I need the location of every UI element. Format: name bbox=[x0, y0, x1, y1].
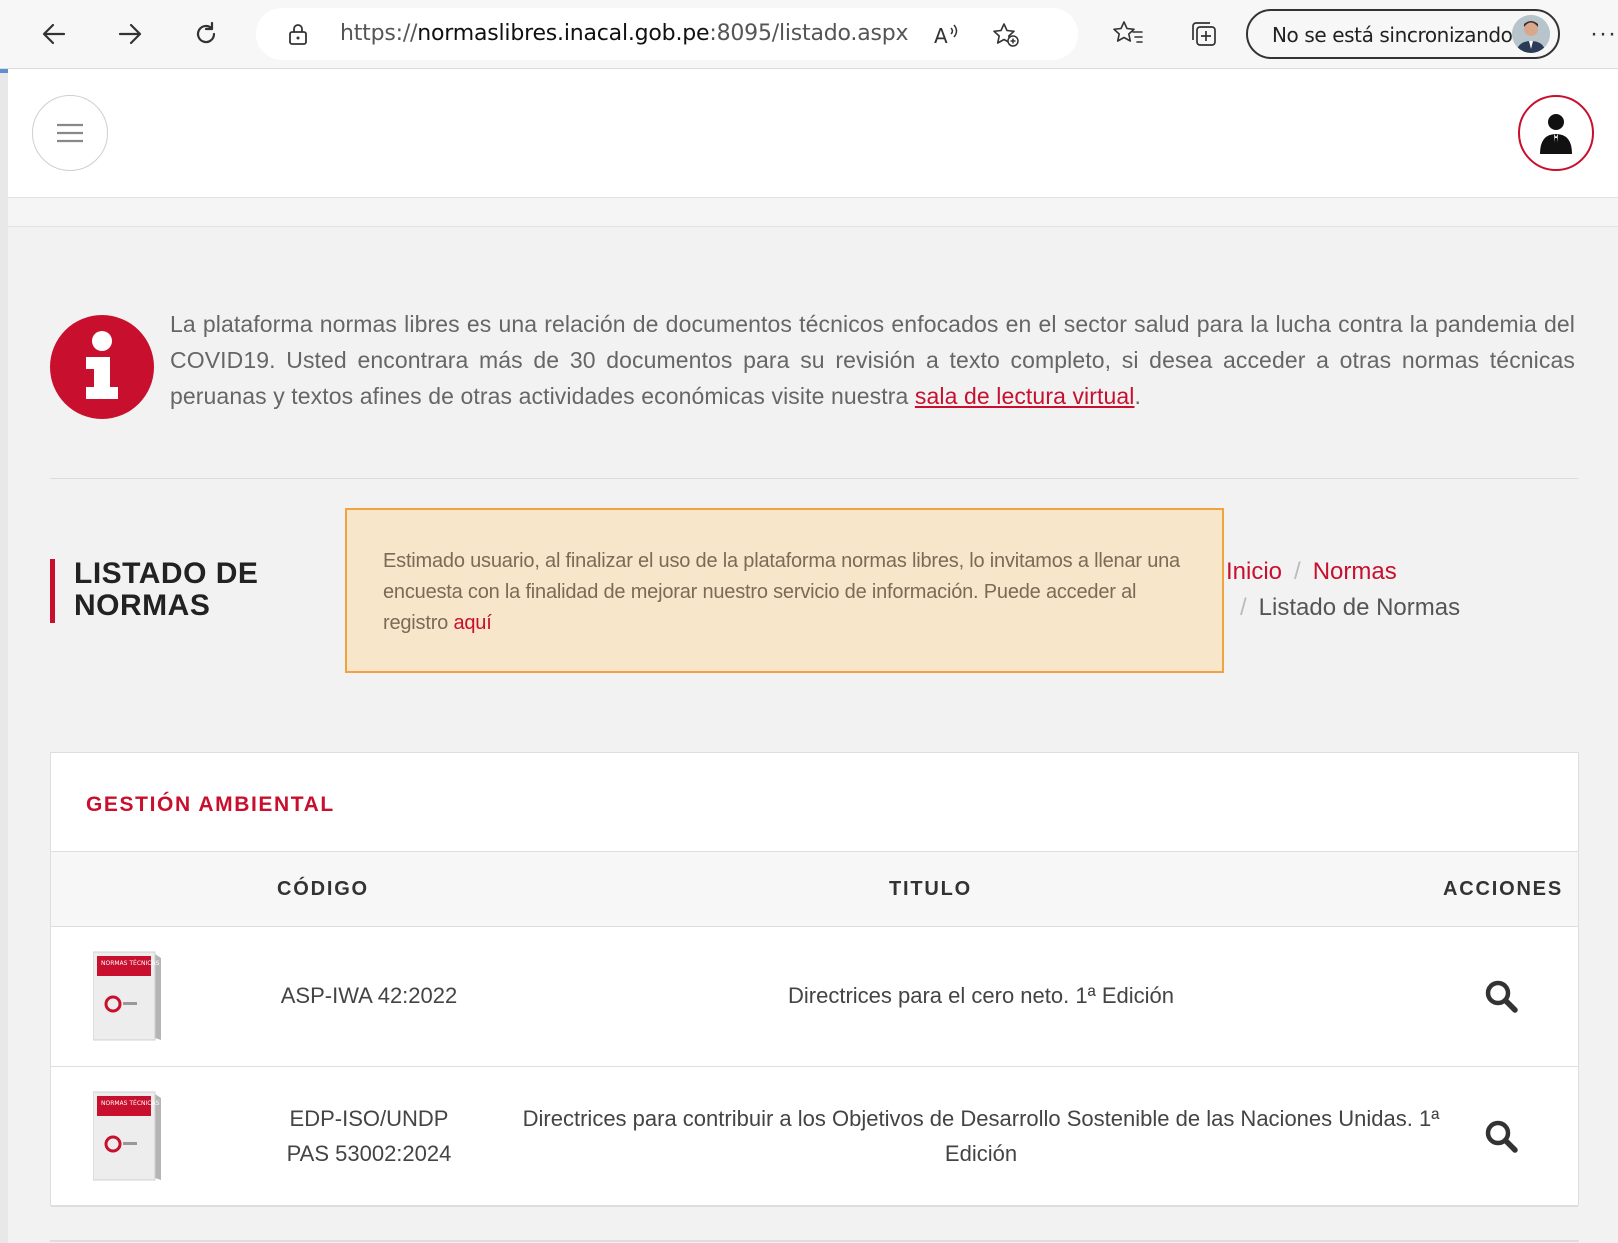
book-label: NORMAS TÉCNICAS bbox=[101, 1099, 160, 1107]
survey-notice-text: Estimado usuario, al finalizar el uso de… bbox=[383, 546, 1203, 639]
notice-paragraph: Estimado usuario, al finalizar el uso de… bbox=[383, 550, 1180, 634]
url-path: :8095/listado.aspx bbox=[709, 21, 909, 46]
browser-toolbar: https://normaslibres.inacal.gob.pe:8095/… bbox=[0, 0, 1618, 69]
user-account-button[interactable] bbox=[1518, 95, 1594, 171]
survey-notice: Estimado usuario, al finalizar el uso de… bbox=[345, 508, 1224, 673]
url-domain: normaslibres.inacal.gob.pe bbox=[417, 21, 710, 46]
column-header-actions: ACCIONES bbox=[1443, 878, 1563, 900]
table-header: CÓDIGO TITULO ACCIONES bbox=[51, 851, 1578, 927]
breadcrumb: Inicio / Normas bbox=[1226, 558, 1397, 586]
user-silhouette-icon bbox=[1540, 114, 1572, 154]
book-label: NORMAS TÉCNICAS bbox=[101, 959, 160, 967]
reload-icon bbox=[196, 21, 216, 44]
search-icon[interactable] bbox=[1483, 1118, 1519, 1154]
more-options-button[interactable]: ··· bbox=[1590, 20, 1617, 48]
row-title: Directrices para contribuir a los Objeti… bbox=[461, 1101, 1501, 1171]
title-line: Edición bbox=[944, 1141, 1018, 1166]
book-cover-icon: NORMAS TÉCNICAS bbox=[93, 951, 161, 1041]
hamburger-menu-button[interactable] bbox=[32, 95, 108, 171]
normas-table-card: GESTIÓN AMBIENTAL CÓDIGO TITULO ACCIONES… bbox=[50, 752, 1579, 1207]
read-aloud-icon[interactable]: A bbox=[932, 22, 960, 48]
table-row: NORMAS TÉCNICAS EDP-ISO/UNDP PAS 53002:20… bbox=[51, 1066, 1578, 1207]
platform-info-text: La plataforma normas libres es una relac… bbox=[170, 306, 1575, 414]
left-edge-strip bbox=[0, 69, 8, 1243]
section-title: GESTIÓN AMBIENTAL bbox=[86, 793, 335, 816]
virtual-reading-room-link[interactable]: sala de lectura virtual bbox=[915, 383, 1135, 409]
forward-arrow-icon bbox=[118, 23, 142, 45]
forward-button[interactable] bbox=[110, 14, 150, 54]
lock-icon[interactable] bbox=[286, 22, 310, 46]
title-line: Directrices para el cero neto. 1ª Edició… bbox=[788, 983, 1174, 1008]
title-accent-bar bbox=[50, 559, 55, 623]
back-arrow-icon bbox=[42, 23, 66, 45]
url-text[interactable]: https://normaslibres.inacal.gob.pe:8095/… bbox=[340, 21, 909, 46]
back-button[interactable] bbox=[34, 14, 74, 54]
favorites-icon[interactable] bbox=[1112, 18, 1144, 50]
url-prefix: https:// bbox=[340, 21, 418, 46]
add-favorite-icon[interactable] bbox=[992, 22, 1020, 48]
bottom-divider bbox=[50, 1240, 1579, 1242]
breadcrumb-current: Listado de Normas bbox=[1258, 594, 1461, 621]
column-header-code: CÓDIGO bbox=[277, 878, 369, 900]
sync-status-label: No se está sincronizando bbox=[1272, 23, 1513, 47]
breadcrumb-separator: / bbox=[1240, 594, 1247, 621]
breadcrumb-home-link[interactable]: Inicio bbox=[1226, 558, 1282, 585]
breadcrumb-normas-link[interactable]: Normas bbox=[1313, 558, 1397, 585]
book-cover-icon: NORMAS TÉCNICAS bbox=[93, 1091, 161, 1181]
survey-link[interactable]: aquí bbox=[453, 612, 491, 634]
reload-button[interactable] bbox=[186, 14, 226, 54]
svg-text:A: A bbox=[934, 24, 948, 48]
site-header bbox=[8, 69, 1618, 198]
info-icon bbox=[50, 315, 154, 419]
header-band bbox=[8, 198, 1618, 227]
breadcrumb-separator: / bbox=[1294, 558, 1301, 585]
profile-sync-button[interactable]: No se está sincronizando bbox=[1246, 9, 1560, 59]
title-line: Directrices para contribuir a los Objeti… bbox=[522, 1106, 1440, 1131]
search-icon[interactable] bbox=[1483, 978, 1519, 1014]
info-paragraph: La plataforma normas libres es una relac… bbox=[170, 311, 1575, 409]
info-period: . bbox=[1134, 383, 1142, 409]
person-photo-icon bbox=[1512, 15, 1550, 53]
section-divider bbox=[50, 478, 1578, 479]
row-title: Directrices para el cero neto. 1ª Edició… bbox=[461, 978, 1501, 1013]
profile-avatar bbox=[1512, 15, 1550, 53]
column-header-title: TITULO bbox=[889, 878, 973, 900]
breadcrumb-current-row: / Listado de Normas bbox=[1240, 594, 1460, 622]
address-bar[interactable]: https://normaslibres.inacal.gob.pe:8095/… bbox=[256, 8, 1078, 60]
collections-icon[interactable] bbox=[1188, 18, 1220, 50]
table-row: NORMAS TÉCNICAS ASP-IWA 42:2022 Directri… bbox=[51, 926, 1578, 1067]
hamburger-icon bbox=[57, 123, 83, 143]
page-title: LISTADO DE NORMAS bbox=[74, 557, 259, 622]
